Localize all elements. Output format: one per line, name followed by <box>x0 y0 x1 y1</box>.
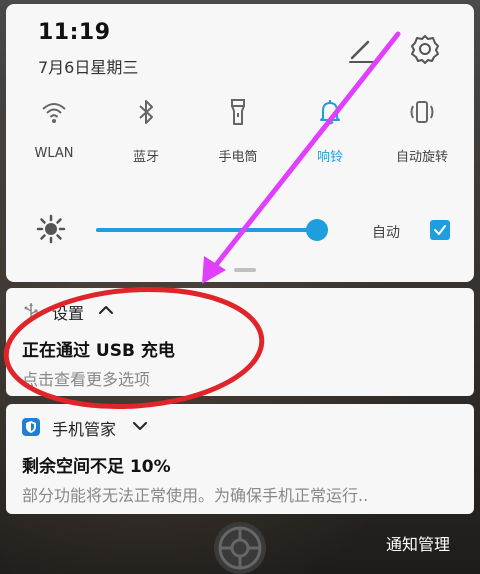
tile-ring[interactable]: 响铃 <box>290 94 370 174</box>
notification-manage-button[interactable]: 通知管理 <box>386 531 450 555</box>
auto-brightness-label: 自动 <box>372 225 400 241</box>
clock-date: 7月6日星期三 <box>38 58 139 77</box>
brightness-slider-fill <box>96 228 317 232</box>
quick-settings-panel: 11:19 7月6日星期三 WLAN 蓝牙 手电筒 响铃 自动旋转 自动 <box>6 4 474 282</box>
tile-label: 手电筒 <box>218 150 258 165</box>
tile-label: WLAN <box>34 146 74 161</box>
notification-app-name: 设置 <box>52 304 85 323</box>
shield-icon <box>22 418 40 436</box>
usb-icon <box>24 303 38 319</box>
pencil-edit-icon[interactable] <box>346 34 378 66</box>
notification-phone-manager[interactable]: 手机管家 剩余空间不足 10% 部分功能将无法正常使用。为确保手机正常运行.. <box>6 404 474 514</box>
notification-title: 剩余空间不足 10% <box>22 457 171 477</box>
brightness-sun-icon <box>36 214 66 244</box>
chevron-down-icon[interactable] <box>132 418 148 434</box>
tile-label: 响铃 <box>316 150 343 165</box>
tile-bluetooth[interactable]: 蓝牙 <box>106 94 186 174</box>
tile-auto-rotate[interactable]: 自动旋转 <box>382 94 462 174</box>
clock-time: 11:19 <box>38 20 111 45</box>
bell-icon <box>320 100 340 125</box>
auto-rotate-icon <box>410 101 434 123</box>
quick-tiles-row: WLAN 蓝牙 手电筒 响铃 自动旋转 <box>6 94 474 174</box>
chevron-up-icon[interactable] <box>98 302 114 318</box>
notification-body: 点击查看更多选项 <box>22 370 151 389</box>
auto-brightness-checkbox[interactable] <box>430 220 450 240</box>
tile-flashlight[interactable]: 手电筒 <box>198 94 278 174</box>
bluetooth-icon <box>139 100 153 124</box>
tile-label: 自动旋转 <box>395 150 448 165</box>
settings-app-icon <box>214 522 266 574</box>
panel-drag-handle[interactable] <box>234 268 256 272</box>
gear-icon[interactable] <box>408 32 442 66</box>
brightness-slider-thumb[interactable] <box>306 219 328 241</box>
notification-title: 正在通过 USB 充电 <box>22 341 175 361</box>
tile-wlan[interactable]: WLAN <box>14 94 94 174</box>
checkmark-icon <box>434 225 446 235</box>
tile-label: 蓝牙 <box>132 150 159 165</box>
flashlight-icon <box>231 99 245 125</box>
wifi-icon <box>42 103 66 123</box>
notification-body: 部分功能将无法正常使用。为确保手机正常运行.. <box>22 486 369 505</box>
notification-usb-charging[interactable]: 设置 正在通过 USB 充电 点击查看更多选项 <box>6 288 474 396</box>
notification-app-name: 手机管家 <box>52 420 117 439</box>
